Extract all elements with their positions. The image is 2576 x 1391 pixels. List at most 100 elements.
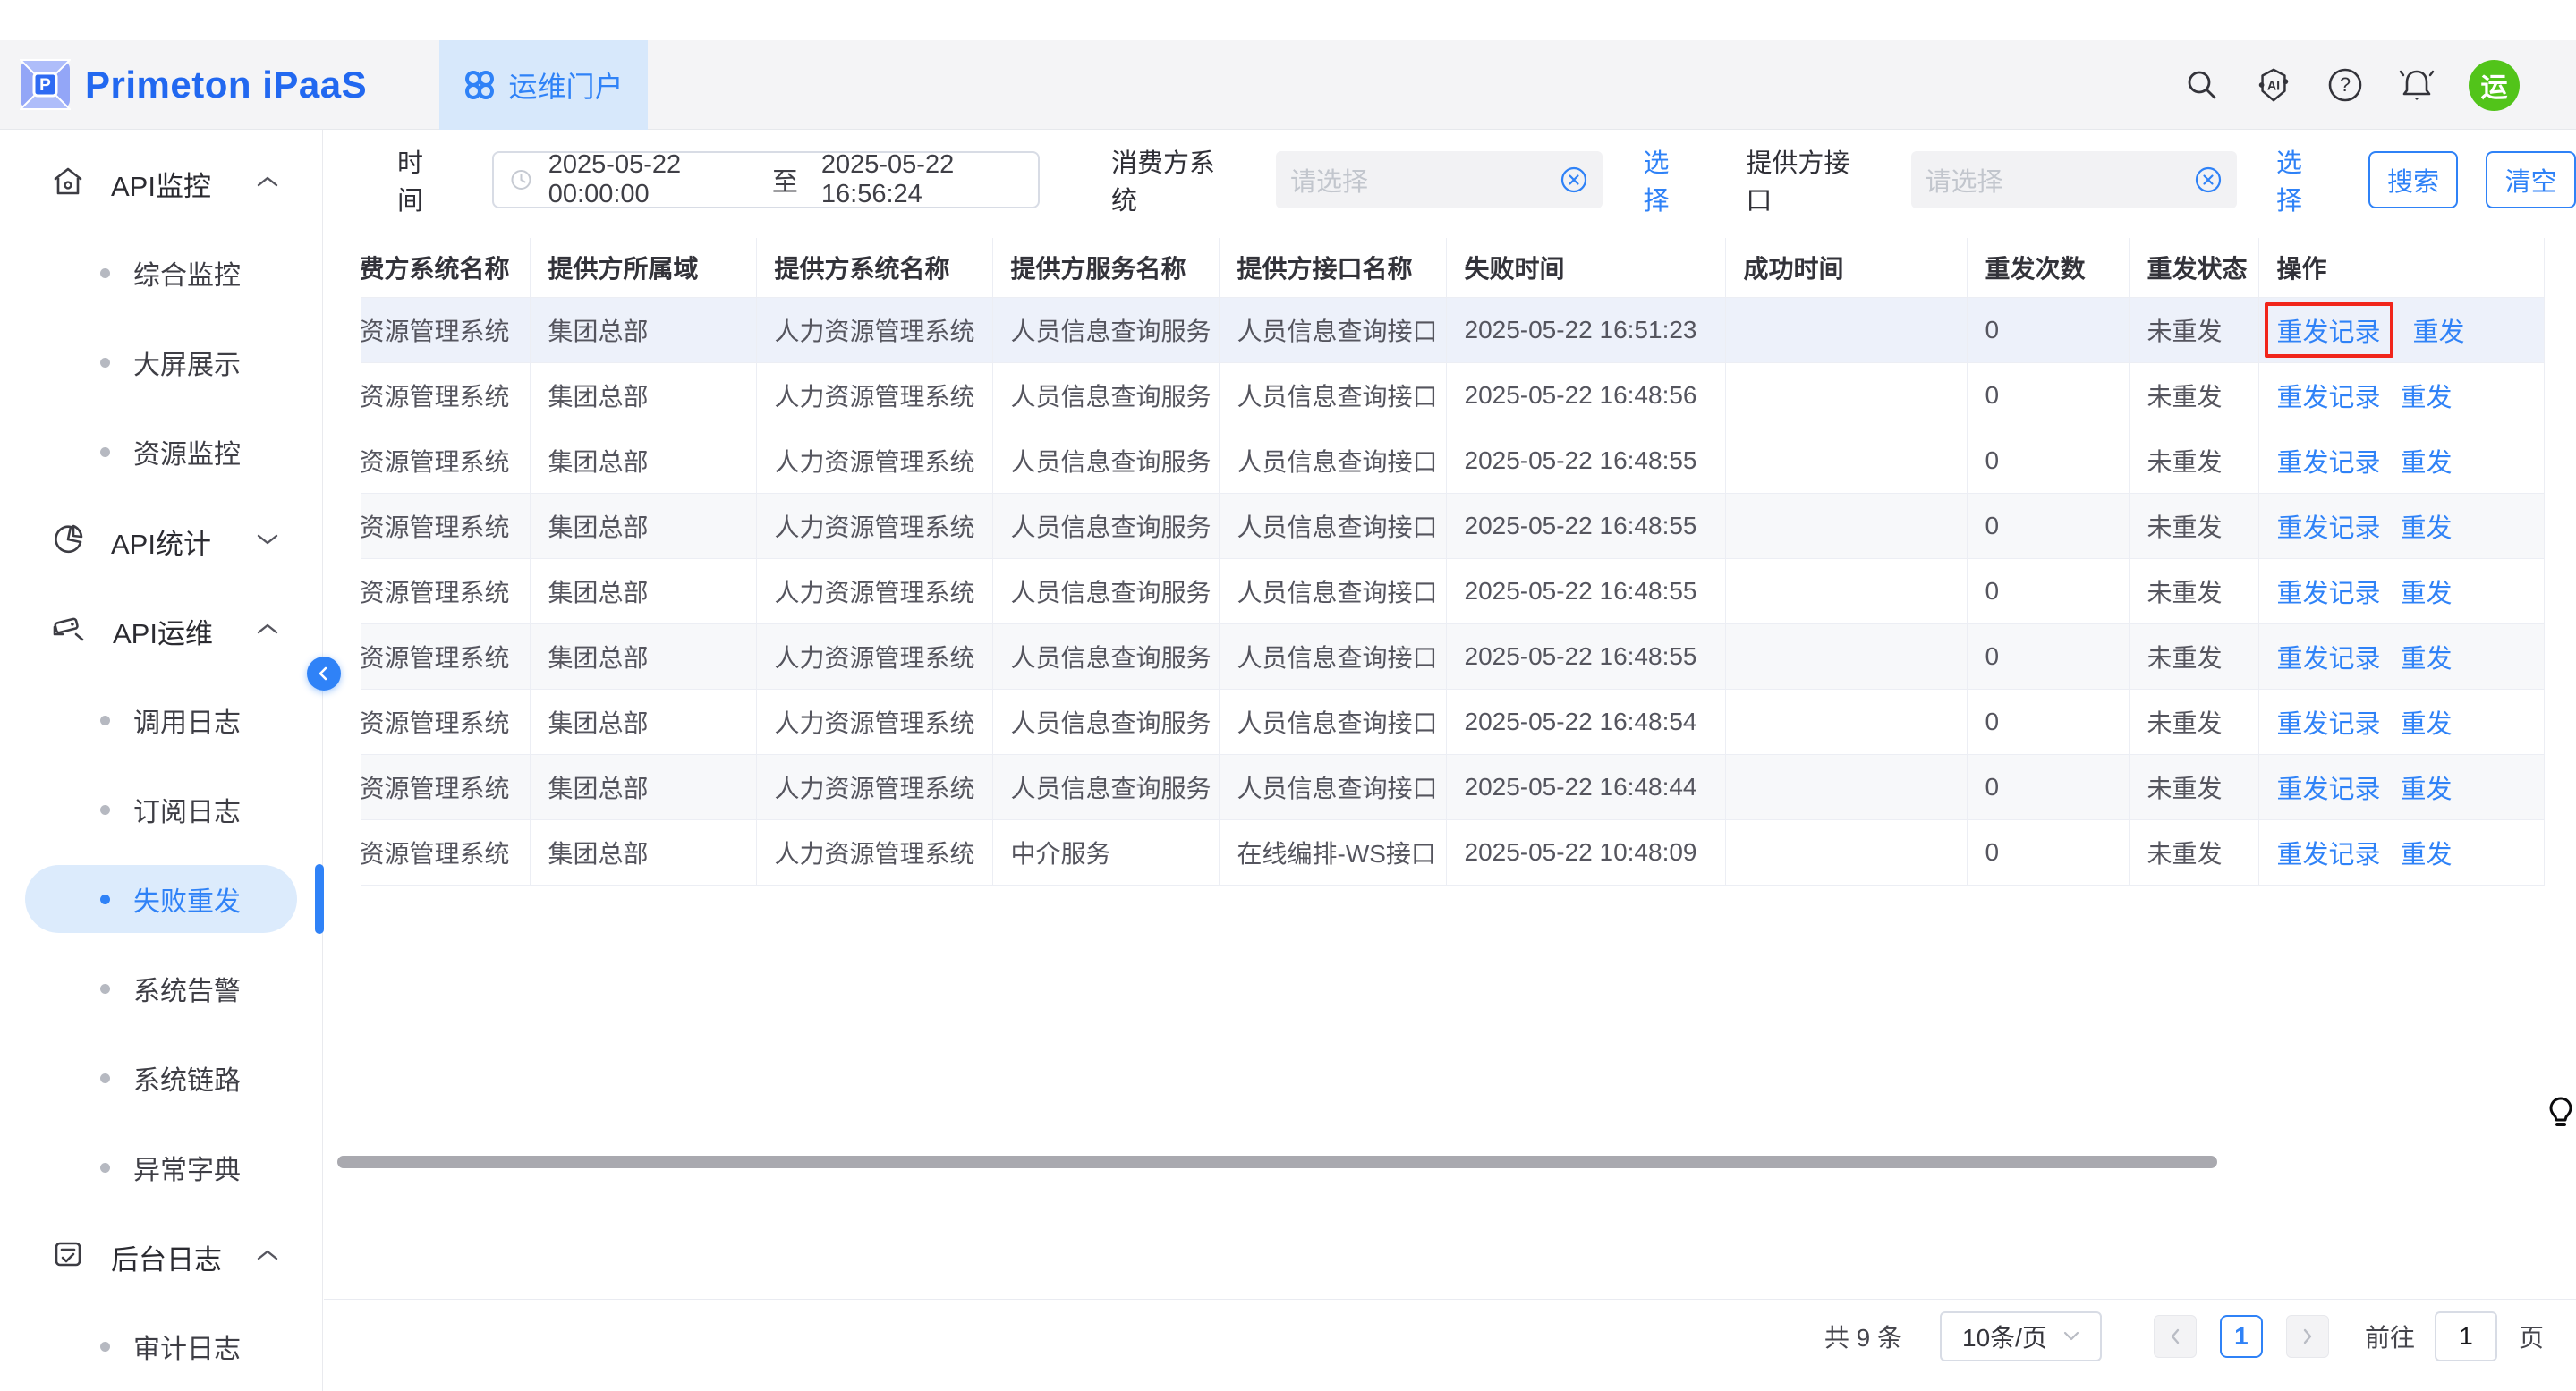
cell-consumer: 人力资源管理系统 [361, 689, 530, 754]
retry-record-link[interactable]: 重发记录 [2277, 377, 2381, 414]
bullet-icon [100, 358, 110, 368]
retry-link[interactable]: 重发 [2401, 573, 2453, 610]
chevron-down-icon [256, 532, 279, 551]
active-item-indicator [315, 864, 324, 934]
cell-system: 人力资源管理系统 [756, 362, 992, 428]
retry-link[interactable]: 重发 [2401, 377, 2453, 414]
consumer-system-select[interactable]: 请选择 [1276, 151, 1603, 208]
table-row: 人力资源管理系统集团总部人力资源管理系统人员信息查询服务人员信息查询接口2025… [361, 558, 2544, 623]
cell-retries: 0 [1967, 428, 2129, 493]
cell-success_time [1725, 493, 1967, 558]
chevron-down-icon [2063, 1331, 2079, 1342]
column-header-status: 重发状态 [2129, 238, 2258, 297]
retry-record-link[interactable]: 重发记录 [2277, 573, 2381, 610]
cell-domain: 集团总部 [530, 558, 756, 623]
sidebar-item-订阅日志[interactable]: 订阅日志 [0, 765, 322, 854]
search-icon[interactable] [2182, 65, 2222, 105]
camera-icon [52, 613, 86, 649]
sidebar-item-label: 综合监控 [133, 253, 241, 293]
cell-ops: 重发记录 重发 [2258, 297, 2544, 362]
svg-text:P: P [39, 76, 51, 95]
provider-interface-select[interactable]: 请选择 [1911, 151, 2238, 208]
column-header-service: 提供方服务名称 [992, 238, 1219, 297]
retry-record-link[interactable]: 重发记录 [2277, 507, 2381, 545]
retry-record-link[interactable]: 重发记录 [2277, 318, 2381, 347]
sidebar-item-label: 订阅日志 [133, 790, 241, 829]
sidebar-item-系统告警[interactable]: 系统告警 [0, 944, 322, 1033]
sidebar-item-系统链路[interactable]: 系统链路 [0, 1033, 322, 1123]
user-avatar[interactable]: 运 [2469, 60, 2520, 111]
retry-link[interactable]: 重发 [2401, 638, 2453, 675]
tab-ops-portal[interactable]: 运维门户 [439, 40, 648, 130]
retry-record-link[interactable]: 重发记录 [2277, 834, 2381, 871]
cell-success_time [1725, 689, 1967, 754]
sidebar-item-失败重发[interactable]: 失败重发 [0, 854, 322, 944]
cell-iface: 人员信息查询接口 [1219, 428, 1446, 493]
sidebar-group-API统计[interactable]: API统计 [0, 496, 322, 586]
prev-page-button[interactable] [2154, 1315, 2197, 1358]
column-header-domain: 提供方所属域 [530, 238, 756, 297]
time-range-input[interactable]: 2025-05-22 00:00:00 至 2025-05-22 16:56:2… [492, 151, 1040, 208]
next-page-button[interactable] [2286, 1315, 2329, 1358]
cell-fail_time: 2025-05-22 16:48:55 [1446, 623, 1725, 689]
cell-ops: 重发记录重发 [2258, 754, 2544, 819]
time-to-value: 2025-05-22 16:56:24 [821, 150, 1022, 209]
provider-interface-placeholder: 请选择 [1926, 161, 2195, 199]
retry-link[interactable]: 重发 [2401, 703, 2453, 741]
sidebar-item-异常字典[interactable]: 异常字典 [0, 1123, 322, 1212]
retry-link[interactable]: 重发 [2401, 834, 2453, 871]
sidebar: API监控综合监控大屏展示资源监控API统计API运维调用日志订阅日志失败重发系… [0, 130, 323, 1391]
retry-link[interactable]: 重发 [2401, 507, 2453, 545]
provider-choose-link[interactable]: 选择 [2276, 142, 2324, 217]
page-number-1[interactable]: 1 [2220, 1315, 2263, 1358]
goto-label: 前往 [2365, 1319, 2415, 1354]
search-button[interactable]: 搜索 [2368, 151, 2459, 208]
sidebar-item-大屏展示[interactable]: 大屏展示 [0, 318, 322, 407]
retry-link[interactable]: 重发 [2401, 768, 2453, 806]
ai-assistant-icon[interactable]: AI [2254, 65, 2293, 105]
cell-status: 未重发 [2129, 689, 2258, 754]
cell-service: 人员信息查询服务 [992, 754, 1219, 819]
retry-record-link[interactable]: 重发记录 [2277, 442, 2381, 479]
chevron-up-icon [256, 1248, 279, 1267]
sidebar-group-后台日志[interactable]: 后台日志 [0, 1212, 322, 1302]
clear-circle-icon[interactable] [1560, 165, 1588, 194]
clear-circle-icon[interactable] [2194, 165, 2223, 194]
horizontal-scrollbar-thumb[interactable] [337, 1156, 2217, 1168]
apps-grid-icon [463, 69, 496, 101]
sidebar-collapse-button[interactable] [307, 657, 341, 691]
retry-record-link[interactable]: 重发记录 [2277, 638, 2381, 675]
bullet-icon [100, 895, 110, 904]
cell-success_time [1725, 558, 1967, 623]
cell-service: 人员信息查询服务 [992, 297, 1219, 362]
page-size-select[interactable]: 10条/页 [1940, 1311, 2102, 1361]
cell-iface: 在线编排-WS接口 [1219, 819, 1446, 885]
filter-bar: 时间 2025-05-22 00:00:00 至 2025-05-22 16:5… [324, 131, 2576, 229]
sidebar-group-API运维[interactable]: API运维 [0, 586, 322, 675]
cell-fail_time: 2025-05-22 10:48:09 [1446, 819, 1725, 885]
cell-fail_time: 2025-05-22 16:48:56 [1446, 362, 1725, 428]
cell-system: 人力资源管理系统 [756, 754, 992, 819]
total-count: 共 9 条 [1824, 1319, 1902, 1354]
table-row: 人力资源管理系统集团总部人力资源管理系统人员信息查询服务人员信息查询接口2025… [361, 493, 2544, 558]
lightbulb-icon[interactable] [2548, 1097, 2573, 1133]
sidebar-item-审计日志[interactable]: 审计日志 [0, 1302, 322, 1391]
cell-success_time [1725, 428, 1967, 493]
sidebar-group-API监控[interactable]: API监控 [0, 139, 322, 228]
sidebar-item-调用日志[interactable]: 调用日志 [0, 675, 322, 765]
sidebar-item-资源监控[interactable]: 资源监控 [0, 407, 322, 496]
sidebar-item-label: 资源监控 [133, 432, 241, 471]
page-size-value: 10条/页 [1962, 1319, 2047, 1354]
goto-page-input[interactable]: 1 [2435, 1311, 2497, 1361]
cell-success_time [1725, 754, 1967, 819]
consumer-choose-link[interactable]: 选择 [1644, 142, 1691, 217]
retry-record-link[interactable]: 重发记录 [2277, 703, 2381, 741]
help-icon[interactable]: ? [2325, 65, 2365, 105]
retry-record-link[interactable]: 重发记录 [2277, 768, 2381, 806]
clear-button[interactable]: 清空 [2486, 151, 2576, 208]
brand-name: Primeton iPaaS [85, 64, 367, 106]
retry-link[interactable]: 重发 [2401, 442, 2453, 479]
bell-icon[interactable] [2397, 65, 2436, 105]
retry-link[interactable]: 重发 [2413, 311, 2465, 349]
sidebar-item-综合监控[interactable]: 综合监控 [0, 228, 322, 318]
